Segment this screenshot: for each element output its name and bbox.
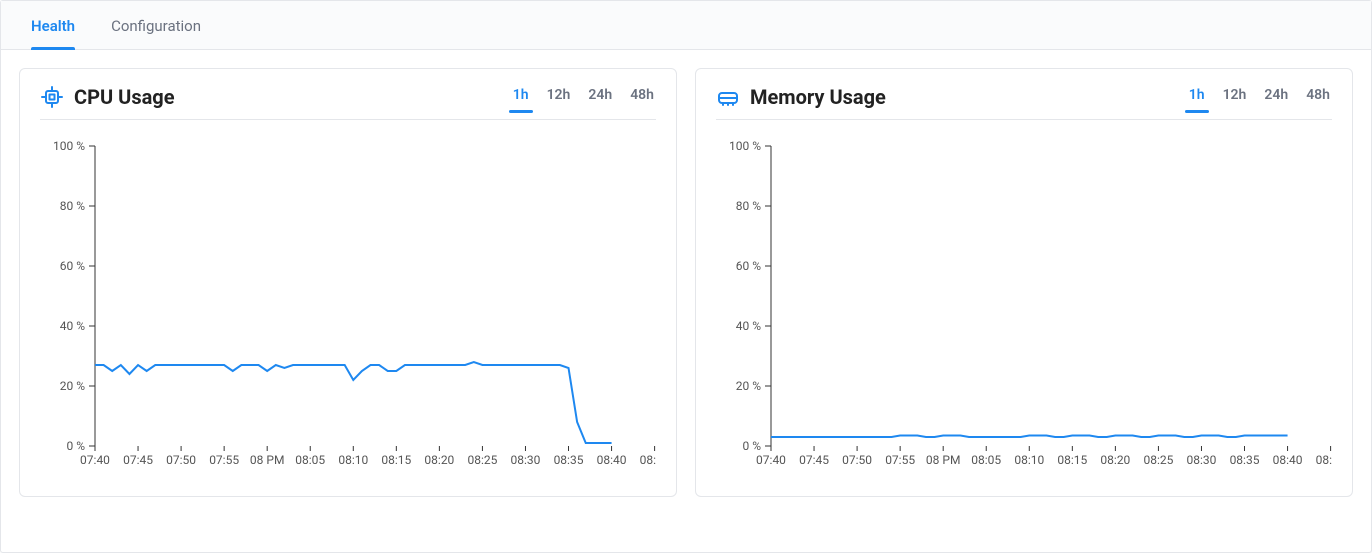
svg-text:08:05: 08:05 [971,453,1001,467]
svg-text:100 %: 100 % [53,139,85,153]
svg-text:08:30: 08:30 [1187,453,1217,467]
svg-text:08:15: 08:15 [1057,453,1087,467]
svg-text:40 %: 40 % [60,319,85,333]
range-48h[interactable]: 48h [628,83,656,111]
card-title-text: Memory Usage [750,85,886,109]
svg-text:08:20: 08:20 [424,453,454,467]
svg-text:20 %: 20 % [736,379,761,393]
svg-text:60 %: 60 % [736,259,761,273]
range-24h[interactable]: 24h [586,83,614,111]
svg-text:08 PM: 08 PM [250,453,285,467]
svg-text:20 %: 20 % [60,379,85,393]
svg-text:07:45: 07:45 [123,453,153,467]
svg-text:0 %: 0 % [742,439,761,453]
time-range-selector: 1h 12h 24h 48h [511,83,656,111]
cpu-usage-card: CPU Usage 1h 12h 24h 48h 0 % 20 % 40 % 60 %… [19,68,677,497]
svg-text:08:25: 08:25 [1143,453,1173,467]
range-48h[interactable]: 48h [1304,83,1332,111]
svg-text:07:40: 07:40 [756,453,786,467]
card-header: Memory Usage 1h 12h 24h 48h [716,83,1332,120]
range-24h[interactable]: 24h [1262,83,1290,111]
svg-text:08:20: 08:20 [1100,453,1130,467]
card-title: CPU Usage [40,85,175,109]
range-1h[interactable]: 1h [511,83,531,111]
card-header: CPU Usage 1h 12h 24h 48h [40,83,656,120]
svg-text:08:40: 08:40 [1273,453,1303,467]
svg-text:08:30: 08:30 [511,453,541,467]
time-range-selector: 1h 12h 24h 48h [1187,83,1332,111]
memory-chart: 0 % 20 % 40 % 60 % 80 % 100 % 07:40 07:45 07:50 0… [716,136,1332,476]
svg-text:07:50: 07:50 [166,453,196,467]
svg-text:08:10: 08:10 [1014,453,1044,467]
svg-text:80 %: 80 % [736,199,761,213]
memory-icon [716,85,740,109]
svg-text:07:50: 07:50 [842,453,872,467]
svg-text:40 %: 40 % [736,319,761,333]
svg-text:08 PM: 08 PM [926,453,961,467]
svg-text:60 %: 60 % [60,259,85,273]
svg-text:08:25: 08:25 [467,453,497,467]
card-title-text: CPU Usage [74,85,175,109]
svg-text:80 %: 80 % [60,199,85,213]
svg-text:08:10: 08:10 [338,453,368,467]
svg-text:08:35: 08:35 [1230,453,1260,467]
tab-health[interactable]: Health [13,5,93,49]
cpu-icon [40,85,64,109]
svg-text:08:45: 08:45 [1316,453,1332,467]
svg-text:08:45: 08:45 [640,453,656,467]
monitoring-panel: Health Configuration CPU Usage 1h 12h 24… [0,0,1372,553]
range-12h[interactable]: 12h [545,83,573,111]
card-title: Memory Usage [716,85,886,109]
svg-text:100 %: 100 % [729,139,761,153]
svg-text:0 %: 0 % [66,439,85,453]
svg-text:08:40: 08:40 [597,453,627,467]
tab-label: Configuration [111,17,201,35]
svg-text:08:15: 08:15 [381,453,411,467]
range-1h[interactable]: 1h [1187,83,1207,111]
range-12h[interactable]: 12h [1221,83,1249,111]
cpu-chart: 0 % 20 % 40 % 60 % 80 % 100 % 07:40 07:45 07:50 0… [40,136,656,476]
card-grid: CPU Usage 1h 12h 24h 48h 0 % 20 % 40 % 60 %… [1,50,1371,515]
svg-text:07:40: 07:40 [80,453,110,467]
tab-label: Health [31,17,75,35]
svg-text:08:05: 08:05 [295,453,325,467]
tab-bar: Health Configuration [1,1,1371,50]
svg-text:07:55: 07:55 [885,453,915,467]
tab-configuration[interactable]: Configuration [93,5,219,49]
memory-usage-card: Memory Usage 1h 12h 24h 48h 0 % 20 % 40 % 6… [695,68,1353,497]
svg-text:08:35: 08:35 [554,453,584,467]
svg-text:07:45: 07:45 [799,453,829,467]
svg-text:07:55: 07:55 [209,453,239,467]
